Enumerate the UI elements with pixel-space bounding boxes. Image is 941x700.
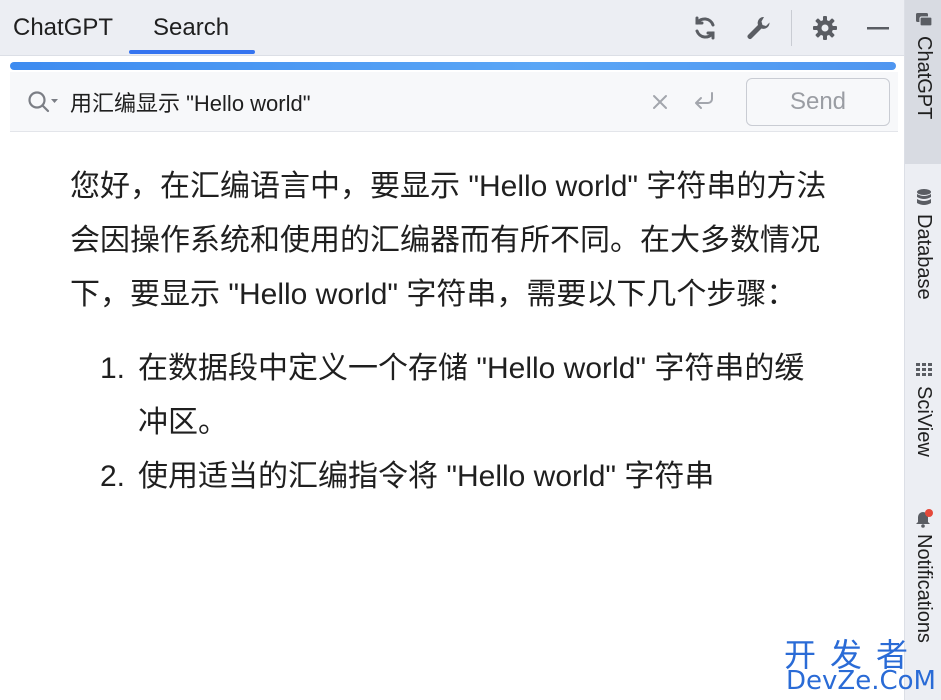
side-tab-notifications[interactable]: Notifications	[905, 498, 941, 700]
side-tab-database[interactable]: Database	[905, 178, 941, 328]
step-number: 2.	[100, 460, 126, 493]
chatgpt-tool-window: ChatGPT Search 用汇编显示 "Hello world" Send …	[0, 0, 904, 700]
side-tab-label: Database	[913, 214, 935, 300]
list-item: 2. 使用适当的汇编指令将 "Hello world" 字符串	[70, 450, 830, 504]
right-tool-strip: ChatGPT Database SciView Notifications	[904, 0, 941, 700]
side-tab-chatgpt[interactable]: ChatGPT	[905, 0, 941, 164]
minimize-icon[interactable]	[862, 12, 894, 44]
step-text: 在数据段中定义一个存储 "Hello world" 字符串的缓冲区。	[138, 352, 805, 439]
chat-icon	[914, 10, 934, 30]
response-content: 您好，在汇编语言中，要显示 "Hello world" 字符串的方法会因操作系统…	[70, 160, 830, 504]
refresh-icon[interactable]	[689, 12, 721, 44]
side-tab-label: SciView	[913, 386, 935, 457]
database-icon	[914, 188, 934, 208]
search-bar: Send	[10, 72, 898, 132]
tab-chatgpt[interactable]: ChatGPT	[13, 0, 113, 56]
tab-search[interactable]: Search	[153, 0, 229, 56]
active-tab-indicator	[129, 50, 255, 54]
bell-icon	[914, 508, 934, 528]
response-paragraph: 您好，在汇编语言中，要显示 "Hello world" 字符串的方法会因操作系统…	[70, 170, 827, 311]
side-tab-label: ChatGPT	[913, 36, 935, 120]
search-icon[interactable]	[26, 86, 60, 118]
side-tab-sciview[interactable]: SciView	[905, 350, 941, 480]
wrench-icon[interactable]	[742, 12, 774, 44]
side-tab-label: Notifications	[913, 534, 935, 643]
list-item: 1. 在数据段中定义一个存储 "Hello world" 字符串的缓冲区。	[70, 342, 830, 450]
steps-list: 1. 在数据段中定义一个存储 "Hello world" 字符串的缓冲区。 2.…	[70, 342, 830, 504]
progress-bar	[10, 62, 896, 70]
gear-icon[interactable]	[809, 12, 841, 44]
step-number: 1.	[100, 352, 126, 385]
grid-icon	[914, 360, 934, 380]
step-text: 使用适当的汇编指令将 "Hello world" 字符串	[138, 460, 715, 493]
send-button[interactable]: Send	[746, 78, 890, 126]
search-input[interactable]	[70, 84, 630, 120]
tab-bar: ChatGPT Search	[0, 0, 904, 56]
clear-icon[interactable]	[646, 88, 674, 116]
toolbar-divider	[791, 10, 792, 46]
newline-icon[interactable]	[690, 87, 720, 117]
